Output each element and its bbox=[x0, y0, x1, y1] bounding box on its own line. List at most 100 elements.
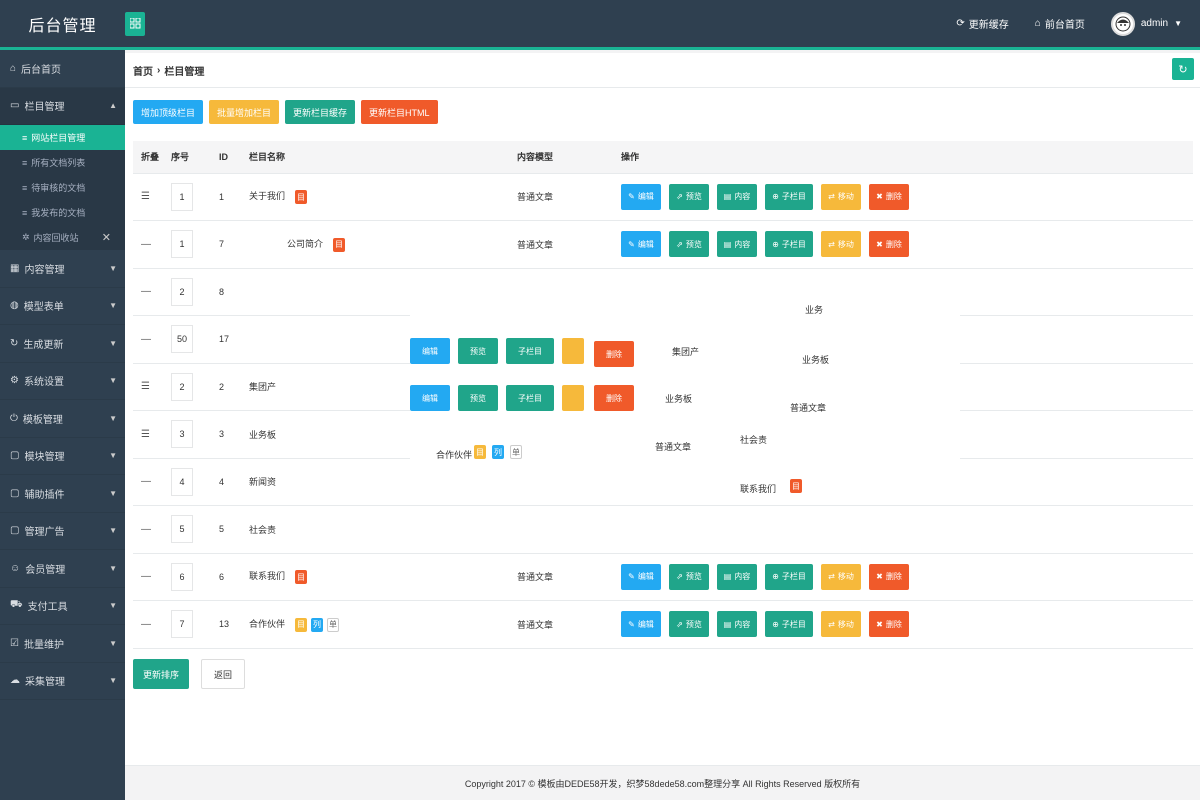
sidebar-item-ads[interactable]: ▢ 管理广告 ▼ bbox=[0, 513, 125, 550]
sidebar-item-batch[interactable]: ☑ 批量维护 ▼ bbox=[0, 625, 125, 663]
sidebar-item-content[interactable]: ▦ 内容管理 ▼ bbox=[0, 250, 125, 288]
sort-order-input[interactable]: 7 bbox=[171, 610, 193, 639]
sort-order-input[interactable]: 50 bbox=[171, 325, 193, 354]
sort-order-input[interactable]: 4 bbox=[171, 467, 193, 496]
del-button[interactable]: ✖ 删除 bbox=[869, 231, 909, 258]
sort-order-input[interactable]: 6 bbox=[171, 562, 193, 591]
delete-button[interactable]: 删除 bbox=[594, 341, 634, 367]
fold-toggle[interactable]: — bbox=[133, 600, 171, 649]
sub-button[interactable]: ⊕ 子栏目 bbox=[765, 563, 813, 590]
edit-button[interactable]: ✎ 编辑 bbox=[621, 563, 661, 590]
content-button[interactable]: ▤ 内容 bbox=[717, 231, 757, 258]
fold-toggle[interactable]: — bbox=[133, 315, 171, 364]
del-button[interactable]: ✖ 删除 bbox=[869, 563, 909, 590]
column-name[interactable]: 公司简介 bbox=[287, 239, 323, 249]
fold-toggle[interactable]: — bbox=[133, 458, 171, 506]
move-button[interactable]: ⇄ 移动 bbox=[821, 183, 861, 210]
update-sort-button[interactable]: 更新排序 bbox=[133, 659, 190, 689]
sidebar-item-columns[interactable]: ▭ 栏目管理 ▲ bbox=[0, 87, 125, 125]
edit-button[interactable]: ✎ 编辑 bbox=[621, 183, 661, 210]
sidebar-subitem-pending-docs[interactable]: ≡ 待审核的文档 bbox=[0, 175, 125, 200]
refresh-icon: ⟳ bbox=[956, 18, 965, 29]
sub-button[interactable]: ⊕ 子栏目 bbox=[765, 183, 813, 210]
edit-button[interactable]: ✎ 编辑 bbox=[621, 231, 661, 258]
batch-add-column-button[interactable]: 批量增加栏目 bbox=[209, 100, 280, 124]
clear-cache-link[interactable]: ⟳ 更新缓存 bbox=[956, 16, 1008, 31]
add-top-column-button[interactable]: 增加顶级栏目 bbox=[133, 100, 204, 124]
del-button[interactable]: ✖ 删除 bbox=[869, 183, 909, 210]
sub-button[interactable]: ⊕ 子栏目 bbox=[765, 231, 813, 258]
column-name[interactable]: 业务板 bbox=[249, 430, 276, 440]
content-button[interactable]: ▤ 内容 bbox=[717, 563, 757, 590]
glitch-text: 合作伙伴 bbox=[436, 450, 473, 460]
sort-order-input[interactable]: 2 bbox=[171, 277, 193, 306]
fold-toggle[interactable]: — bbox=[133, 505, 171, 554]
sidebar-item-templates[interactable]: ⏻ 模板管理 ▼ bbox=[0, 400, 125, 438]
column-name[interactable]: 集团产 bbox=[249, 382, 276, 392]
move-button[interactable] bbox=[562, 385, 584, 411]
list-icon: ≡ bbox=[22, 182, 28, 193]
chevron-down-icon: ▼ bbox=[109, 263, 117, 273]
view-button[interactable]: ⇗ 预览 bbox=[669, 563, 709, 590]
sidebar-item-members[interactable]: ☺ 会员管理 ▼ bbox=[0, 550, 125, 588]
content-button[interactable]: ▤ 内容 bbox=[717, 183, 757, 210]
fold-toggle[interactable]: — bbox=[133, 268, 171, 316]
column-name[interactable]: 社会责 bbox=[249, 525, 276, 535]
sidebar-subitem-my-docs[interactable]: ≡ 我发布的文档 bbox=[0, 200, 125, 225]
user-menu[interactable]: admin ▼ bbox=[1110, 11, 1182, 36]
sidebar-item-plugins[interactable]: ▢ 辅助插件 ▼ bbox=[0, 475, 125, 513]
fold-toggle[interactable]: ☰ bbox=[133, 410, 171, 459]
fold-toggle[interactable]: ☰ bbox=[133, 363, 171, 411]
delete-button[interactable]: 删除 bbox=[594, 385, 634, 411]
sort-order-input[interactable]: 3 bbox=[171, 420, 193, 449]
breadcrumb-home[interactable]: 首页 bbox=[133, 63, 153, 78]
sidebar-item-model[interactable]: ◍ 模型表单 ▼ bbox=[0, 288, 125, 325]
view-button[interactable]: ⇗ 预览 bbox=[669, 611, 709, 638]
menu-toggle-button[interactable] bbox=[125, 11, 145, 36]
sidebar-subitem-site-columns[interactable]: ≡ 网站栏目管理 bbox=[0, 125, 125, 150]
column-name[interactable]: 联系我们 bbox=[249, 571, 285, 581]
subcolumn-button[interactable]: 子栏目 bbox=[506, 338, 554, 364]
sort-order-input[interactable]: 1 bbox=[171, 182, 193, 211]
edit-button[interactable]: ✎ 编辑 bbox=[621, 611, 661, 638]
subcolumn-button[interactable]: 子栏目 bbox=[506, 385, 554, 411]
move-button[interactable] bbox=[562, 338, 584, 364]
content-button[interactable]: ▤ 内容 bbox=[717, 611, 757, 638]
column-name[interactable]: 合作伙伴 bbox=[249, 619, 285, 629]
view-button[interactable]: ⇗ 预览 bbox=[669, 183, 709, 210]
sidebar-item-home[interactable]: ⌂ 后台首页 bbox=[0, 50, 125, 88]
sort-order-input[interactable]: 2 bbox=[171, 372, 193, 401]
header-ops: 操作 bbox=[621, 141, 1193, 174]
sub-button[interactable]: ⊕ 子栏目 bbox=[765, 611, 813, 638]
sidebar-item-payment[interactable]: ⛟ 支付工具 ▼ bbox=[0, 588, 125, 625]
move-button[interactable]: ⇄ 移动 bbox=[821, 231, 861, 258]
sidebar-item-modules[interactable]: ▢ 模块管理 ▼ bbox=[0, 438, 125, 475]
fold-toggle[interactable]: — bbox=[133, 220, 171, 269]
sidebar-item-settings[interactable]: ⚙ 系统设置 ▼ bbox=[0, 363, 125, 400]
sort-order-input[interactable]: 1 bbox=[171, 230, 193, 259]
preview-button[interactable]: 预览 bbox=[458, 338, 498, 364]
edit-button[interactable]: 编辑 bbox=[410, 338, 450, 364]
sidebar-subitem-recycle[interactable]: ✲ 内容回收站 ✕ bbox=[0, 225, 125, 250]
sidebar: ⌂ 后台首页 ▭ 栏目管理 ▲ ≡ 网站栏目管理 ≡ 所有文档列表 ≡ 待审核的文档 ≡ 我发… bbox=[0, 50, 125, 800]
refresh-button[interactable]: ↻ bbox=[1172, 58, 1194, 80]
fold-toggle[interactable]: — bbox=[133, 553, 171, 601]
sort-order-input[interactable]: 5 bbox=[171, 515, 193, 544]
update-column-html-button[interactable]: 更新栏目HTML bbox=[361, 100, 438, 124]
update-column-cache-button[interactable]: 更新栏目缓存 bbox=[285, 100, 356, 124]
fold-toggle[interactable]: ☰ bbox=[133, 173, 171, 221]
sidebar-item-collect[interactable]: ☁ 采集管理 ▼ bbox=[0, 663, 125, 700]
move-button[interactable]: ⇄ 移动 bbox=[821, 611, 861, 638]
sidebar-subitem-all-docs[interactable]: ≡ 所有文档列表 bbox=[0, 150, 125, 175]
column-name[interactable]: 新闻资 bbox=[249, 477, 276, 487]
close-icon[interactable]: ✕ bbox=[102, 231, 111, 244]
back-button[interactable]: 返回 bbox=[201, 659, 246, 689]
edit-button[interactable]: 编辑 bbox=[410, 385, 450, 411]
frontend-home-link[interactable]: ⌂ 前台首页 bbox=[1035, 16, 1085, 31]
preview-button[interactable]: 预览 bbox=[458, 385, 498, 411]
sidebar-item-generate[interactable]: ↻ 生成更新 ▼ bbox=[0, 325, 125, 363]
del-button[interactable]: ✖ 删除 bbox=[869, 611, 909, 638]
view-button[interactable]: ⇗ 预览 bbox=[669, 231, 709, 258]
move-button[interactable]: ⇄ 移动 bbox=[821, 563, 861, 590]
column-name[interactable]: 关于我们 bbox=[249, 191, 285, 201]
